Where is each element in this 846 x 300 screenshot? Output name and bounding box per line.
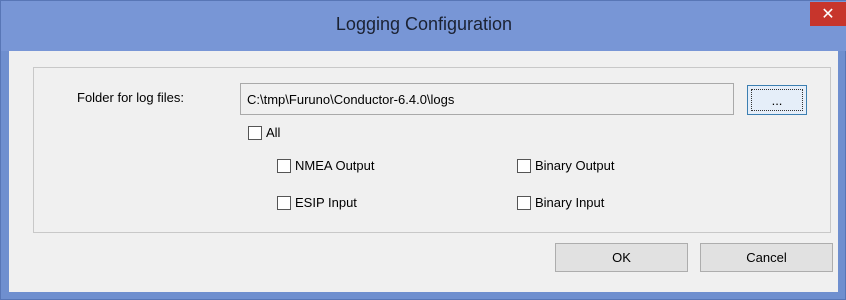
folder-label: Folder for log files: bbox=[77, 90, 184, 105]
browse-button[interactable]: ... bbox=[747, 85, 807, 115]
focus-ring bbox=[751, 89, 803, 111]
checkbox-all-box[interactable] bbox=[248, 125, 262, 140]
checkbox-binary-input-box[interactable] bbox=[517, 195, 531, 210]
checkbox-nmea-output-box[interactable] bbox=[277, 158, 291, 173]
checkbox-all[interactable]: All bbox=[248, 125, 280, 140]
checkbox-nmea-output[interactable]: NMEA Output bbox=[277, 158, 374, 173]
checkbox-binary-input-label: Binary Input bbox=[535, 195, 605, 210]
checkbox-binary-output[interactable]: Binary Output bbox=[517, 158, 615, 173]
checkbox-binary-input[interactable]: Binary Input bbox=[517, 195, 604, 210]
close-icon: ✕ bbox=[821, 6, 835, 23]
close-button[interactable]: ✕ bbox=[810, 2, 846, 26]
checkbox-binary-output-box[interactable] bbox=[517, 158, 531, 173]
checkbox-esip-input-label: ESIP Input bbox=[295, 195, 357, 210]
window-title: Logging Configuration bbox=[335, 14, 513, 34]
checkbox-binary-output-label: Binary Output bbox=[535, 158, 615, 173]
checkbox-nmea-output-label: NMEA Output bbox=[295, 158, 375, 173]
cancel-button[interactable]: Cancel bbox=[700, 243, 833, 272]
checkbox-all-label: All bbox=[266, 125, 281, 140]
ok-button[interactable]: OK bbox=[555, 243, 688, 272]
checkbox-esip-input-box[interactable] bbox=[277, 195, 291, 210]
checkbox-esip-input[interactable]: ESIP Input bbox=[277, 195, 357, 210]
title-bar[interactable]: Logging Configuration ✕ bbox=[1, 1, 846, 51]
folder-path-input[interactable] bbox=[240, 83, 734, 115]
